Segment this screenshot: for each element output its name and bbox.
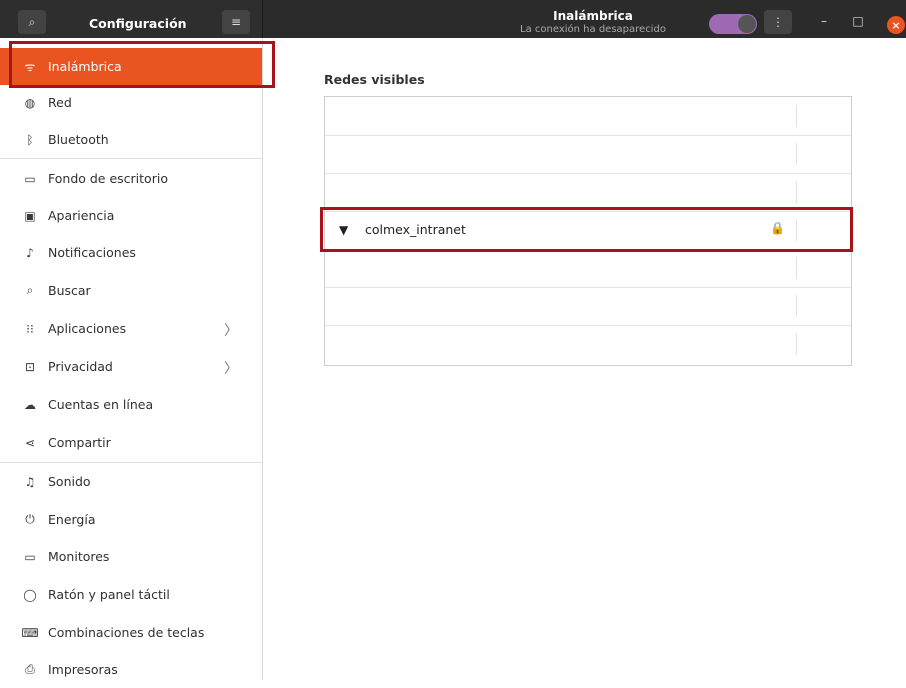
sidebar: ᯤ Inalámbrica ◍ Red ᛒ Bluetooth ▭ Fondo …: [0, 38, 263, 680]
menu-icon: ≡: [230, 15, 242, 29]
network-row[interactable]: [325, 287, 851, 326]
sidebar-item-energia[interactable]: ⏻ Energía: [0, 501, 262, 538]
window-title: Inalámbrica: [553, 9, 633, 23]
network-row[interactable]: [325, 135, 851, 174]
cloud-icon: ☁: [24, 397, 36, 412]
sidebar-item-label: Ratón y panel táctil: [48, 587, 170, 602]
appearance-icon: ▣: [24, 208, 36, 223]
app-title: Configuración: [89, 16, 187, 31]
sidebar-item-label: Notificaciones: [48, 245, 136, 260]
close-button[interactable]: ×: [887, 16, 905, 34]
network-row[interactable]: [325, 325, 851, 363]
power-icon: ⏻: [25, 512, 35, 526]
sidebar-item-fondo[interactable]: ▭ Fondo de escritorio: [0, 160, 262, 197]
mouse-icon: ◯: [23, 587, 37, 602]
sidebar-item-red[interactable]: ◍ Red: [0, 84, 262, 121]
sidebar-item-cuentas[interactable]: ☁ Cuentas en línea: [0, 386, 262, 423]
sidebar-item-raton[interactable]: ◯ Ratón y panel táctil: [0, 576, 262, 613]
row-separator: [796, 105, 797, 127]
sidebar-item-sonido[interactable]: ♫ Sonido: [0, 463, 262, 500]
sidebar-item-combinaciones[interactable]: ⌨ Combinaciones de teclas: [0, 614, 262, 651]
sidebar-item-compartir[interactable]: ⋖ Compartir: [0, 424, 262, 461]
bell-icon: ♪: [26, 245, 34, 260]
sidebar-item-label: Bluetooth: [48, 132, 109, 147]
minimize-button[interactable]: –: [815, 14, 833, 28]
close-icon: ×: [891, 18, 901, 32]
row-separator: [796, 143, 797, 165]
apps-grid-icon: ⁝⁝: [26, 321, 34, 336]
sidebar-item-label: Red: [48, 95, 72, 110]
row-separator: [796, 295, 797, 317]
sidebar-divider: [0, 158, 262, 159]
highlight-box-network: [320, 207, 853, 252]
network-row[interactable]: [325, 97, 851, 136]
chevron-right-icon: 〉: [224, 361, 238, 377]
search-icon: ⌕: [28, 14, 36, 29]
search-icon: ⌕: [26, 283, 34, 297]
wallpaper-icon: ▭: [24, 171, 36, 186]
sidebar-item-aplicaciones[interactable]: ⁝⁝ Aplicaciones 〉: [0, 310, 262, 347]
monitor-icon: ▭: [24, 549, 36, 564]
maximize-button[interactable]: □: [849, 14, 867, 28]
network-row[interactable]: [325, 249, 851, 288]
lock-icon: ⊡: [24, 359, 36, 374]
sidebar-item-label: Impresoras: [48, 662, 118, 677]
highlight-box-sidebar: [9, 41, 275, 88]
row-separator: [796, 333, 797, 355]
sidebar-item-apariencia[interactable]: ▣ Apariencia: [0, 197, 262, 234]
chevron-right-icon: 〉: [224, 323, 238, 339]
row-separator: [796, 181, 797, 203]
row-separator: [796, 257, 797, 279]
share-icon: ⋖: [24, 435, 36, 450]
sidebar-item-impresoras[interactable]: ⎙ Impresoras: [0, 651, 262, 688]
wifi-toggle[interactable]: [709, 14, 757, 34]
sidebar-item-label: Cuentas en línea: [48, 397, 154, 412]
hamburger-menu-button[interactable]: ≡: [222, 10, 250, 34]
sidebar-item-notificaciones[interactable]: ♪ Notificaciones: [0, 234, 262, 271]
sidebar-item-privacidad[interactable]: ⊡ Privacidad 〉: [0, 348, 262, 385]
window-subtitle: La conexión ha desaparecido: [520, 24, 666, 35]
section-title: Redes visibles: [324, 72, 425, 87]
sidebar-item-label: Fondo de escritorio: [48, 171, 168, 186]
sidebar-item-label: Compartir: [48, 435, 111, 450]
sidebar-item-label: Apariencia: [48, 208, 115, 223]
keyboard-icon: ⌨: [21, 625, 39, 640]
search-button[interactable]: ⌕: [18, 10, 46, 34]
more-options-button[interactable]: ⋮: [764, 10, 792, 34]
sidebar-item-label: Energía: [48, 512, 96, 527]
sidebar-item-label: Buscar: [48, 283, 91, 298]
sidebar-item-buscar[interactable]: ⌕ Buscar: [0, 272, 262, 309]
sidebar-item-label: Monitores: [48, 549, 110, 564]
more-icon: ⋮: [772, 15, 784, 29]
sidebar-item-label: Aplicaciones: [48, 321, 127, 336]
toggle-knob: [738, 15, 756, 33]
sidebar-item-monitores[interactable]: ▭ Monitores: [0, 538, 262, 575]
sidebar-item-label: Combinaciones de teclas: [48, 625, 205, 640]
bluetooth-icon: ᛒ: [26, 132, 34, 147]
globe-icon: ◍: [24, 95, 36, 110]
sidebar-item-label: Privacidad: [48, 359, 113, 374]
sidebar-item-label: Sonido: [48, 474, 91, 489]
printer-icon: ⎙: [25, 662, 35, 676]
music-note-icon: ♫: [24, 474, 36, 489]
sidebar-item-bluetooth[interactable]: ᛒ Bluetooth: [0, 121, 262, 158]
